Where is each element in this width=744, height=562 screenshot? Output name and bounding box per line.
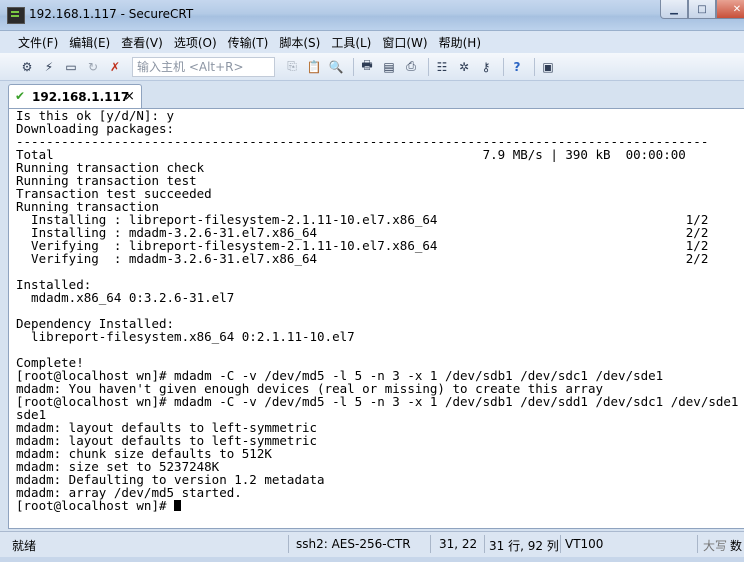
session-options-icon[interactable]: ☷: [433, 58, 451, 76]
menu-script[interactable]: 脚本(S): [279, 34, 320, 51]
host-input[interactable]: 输入主机 <Alt+R>: [132, 56, 275, 77]
minimize-button[interactable]: ▁: [660, 0, 688, 19]
menu-file[interactable]: 文件(F): [18, 34, 58, 51]
toolbar: ⚙ ⚡ ▭ ↻ ✗ 输入主机 <Alt+R> ⎘ 📋 🔍 🖶 ▤ ⎙ ☷ ✲ ⚷…: [0, 53, 744, 81]
title-bar: 192.168.1.117 - SecureCRT ▁ □ ✕: [0, 0, 744, 31]
terminal-line: libreport-filesystem.x86_64 0:2.1.11-10.…: [16, 329, 355, 344]
status-emulation: VT100: [565, 537, 604, 551]
status-num-lock: 数: [730, 539, 743, 553]
toolbar-separator: [428, 57, 429, 76]
terminal-output: Is this ok [y/d/N]: y Downloading packag…: [16, 109, 744, 512]
menu-options[interactable]: 选项(O): [174, 34, 217, 51]
disconnect-icon[interactable]: ✗: [106, 58, 124, 76]
toolbar-separator: [353, 57, 354, 76]
menu-window[interactable]: 窗口(W): [382, 34, 427, 51]
maximize-button[interactable]: □: [688, 0, 716, 19]
status-bar: 就绪 ssh2: AES-256-CTR 31, 22 31 行, 92 列 V…: [0, 531, 744, 557]
menu-bar: 文件(F) 编辑(E) 查看(V) 选项(O) 传输(T) 脚本(S) 工具(L…: [0, 31, 744, 53]
sftp-icon[interactable]: ▣: [539, 58, 557, 76]
status-dimensions: 31 行, 92 列: [489, 539, 559, 553]
toolbar-separator: [503, 57, 504, 76]
session-tab-label: 192.168.1.117: [32, 90, 130, 104]
status-divider: [560, 535, 561, 553]
global-options-icon[interactable]: ✲: [455, 58, 473, 76]
status-divider: [697, 535, 698, 553]
shell-prompt: [root@localhost wn]#: [16, 498, 175, 513]
window-title: 192.168.1.117 - SecureCRT: [29, 7, 194, 21]
menu-view[interactable]: 查看(V): [121, 34, 163, 51]
status-ready: 就绪: [12, 539, 37, 553]
terminal-cursor: [174, 500, 182, 511]
window-controls: ▁ □ ✕: [660, 0, 744, 19]
terminal-line: [root@localhost wn]# mdadm -C -v /dev/md…: [16, 394, 739, 409]
menu-transfer[interactable]: 传输(T): [228, 34, 269, 51]
status-divider: [288, 535, 289, 553]
session-tab[interactable]: ✔ 192.168.1.117 ×: [8, 84, 142, 108]
print-selection-icon[interactable]: ▤: [380, 58, 398, 76]
connect-icon[interactable]: ⚙: [18, 58, 36, 76]
terminal-prompt-line[interactable]: [root@localhost wn]#: [16, 499, 744, 512]
quick-connect-icon[interactable]: ⚡: [40, 58, 58, 76]
key-icon[interactable]: ⚷: [477, 58, 495, 76]
menu-help[interactable]: 帮助(H): [439, 34, 481, 51]
print-setup-icon[interactable]: 🖶: [358, 58, 376, 76]
help-icon[interactable]: ?: [508, 58, 526, 76]
status-divider: [484, 535, 485, 553]
close-tab-icon[interactable]: ×: [124, 89, 135, 104]
terminal-window[interactable]: Is this ok [y/d/N]: y Downloading packag…: [8, 108, 744, 529]
connected-check-icon: ✔: [15, 89, 26, 103]
securecrt-app-icon: [7, 7, 25, 24]
status-caps-lock: 大写: [703, 539, 728, 553]
connect-in-tab-icon[interactable]: ▭: [62, 58, 80, 76]
menu-edit[interactable]: 编辑(E): [69, 34, 110, 51]
paste-icon[interactable]: 📋: [305, 58, 323, 76]
status-cipher: ssh2: AES-256-CTR: [296, 537, 411, 551]
toolbar-separator: [534, 57, 535, 76]
reconnect-icon[interactable]: ↻: [84, 58, 102, 76]
print-icon[interactable]: ⎙: [402, 58, 420, 76]
find-icon[interactable]: 🔍: [327, 58, 345, 76]
status-cursor-position: 31, 22: [439, 537, 478, 551]
copy-icon[interactable]: ⎘: [283, 58, 301, 76]
status-divider: [430, 535, 431, 553]
tab-bar: ✔ 192.168.1.117 ×: [0, 82, 744, 108]
terminal-line: Verifying : mdadm-3.2.6-31.el7.x86_64 2/…: [16, 251, 709, 266]
window-bottom-border: [0, 557, 744, 562]
menu-tools[interactable]: 工具(L): [331, 34, 371, 51]
terminal-line: mdadm.x86_64 0:3.2.6-31.el7: [16, 290, 235, 305]
close-window-button[interactable]: ✕: [716, 0, 744, 19]
